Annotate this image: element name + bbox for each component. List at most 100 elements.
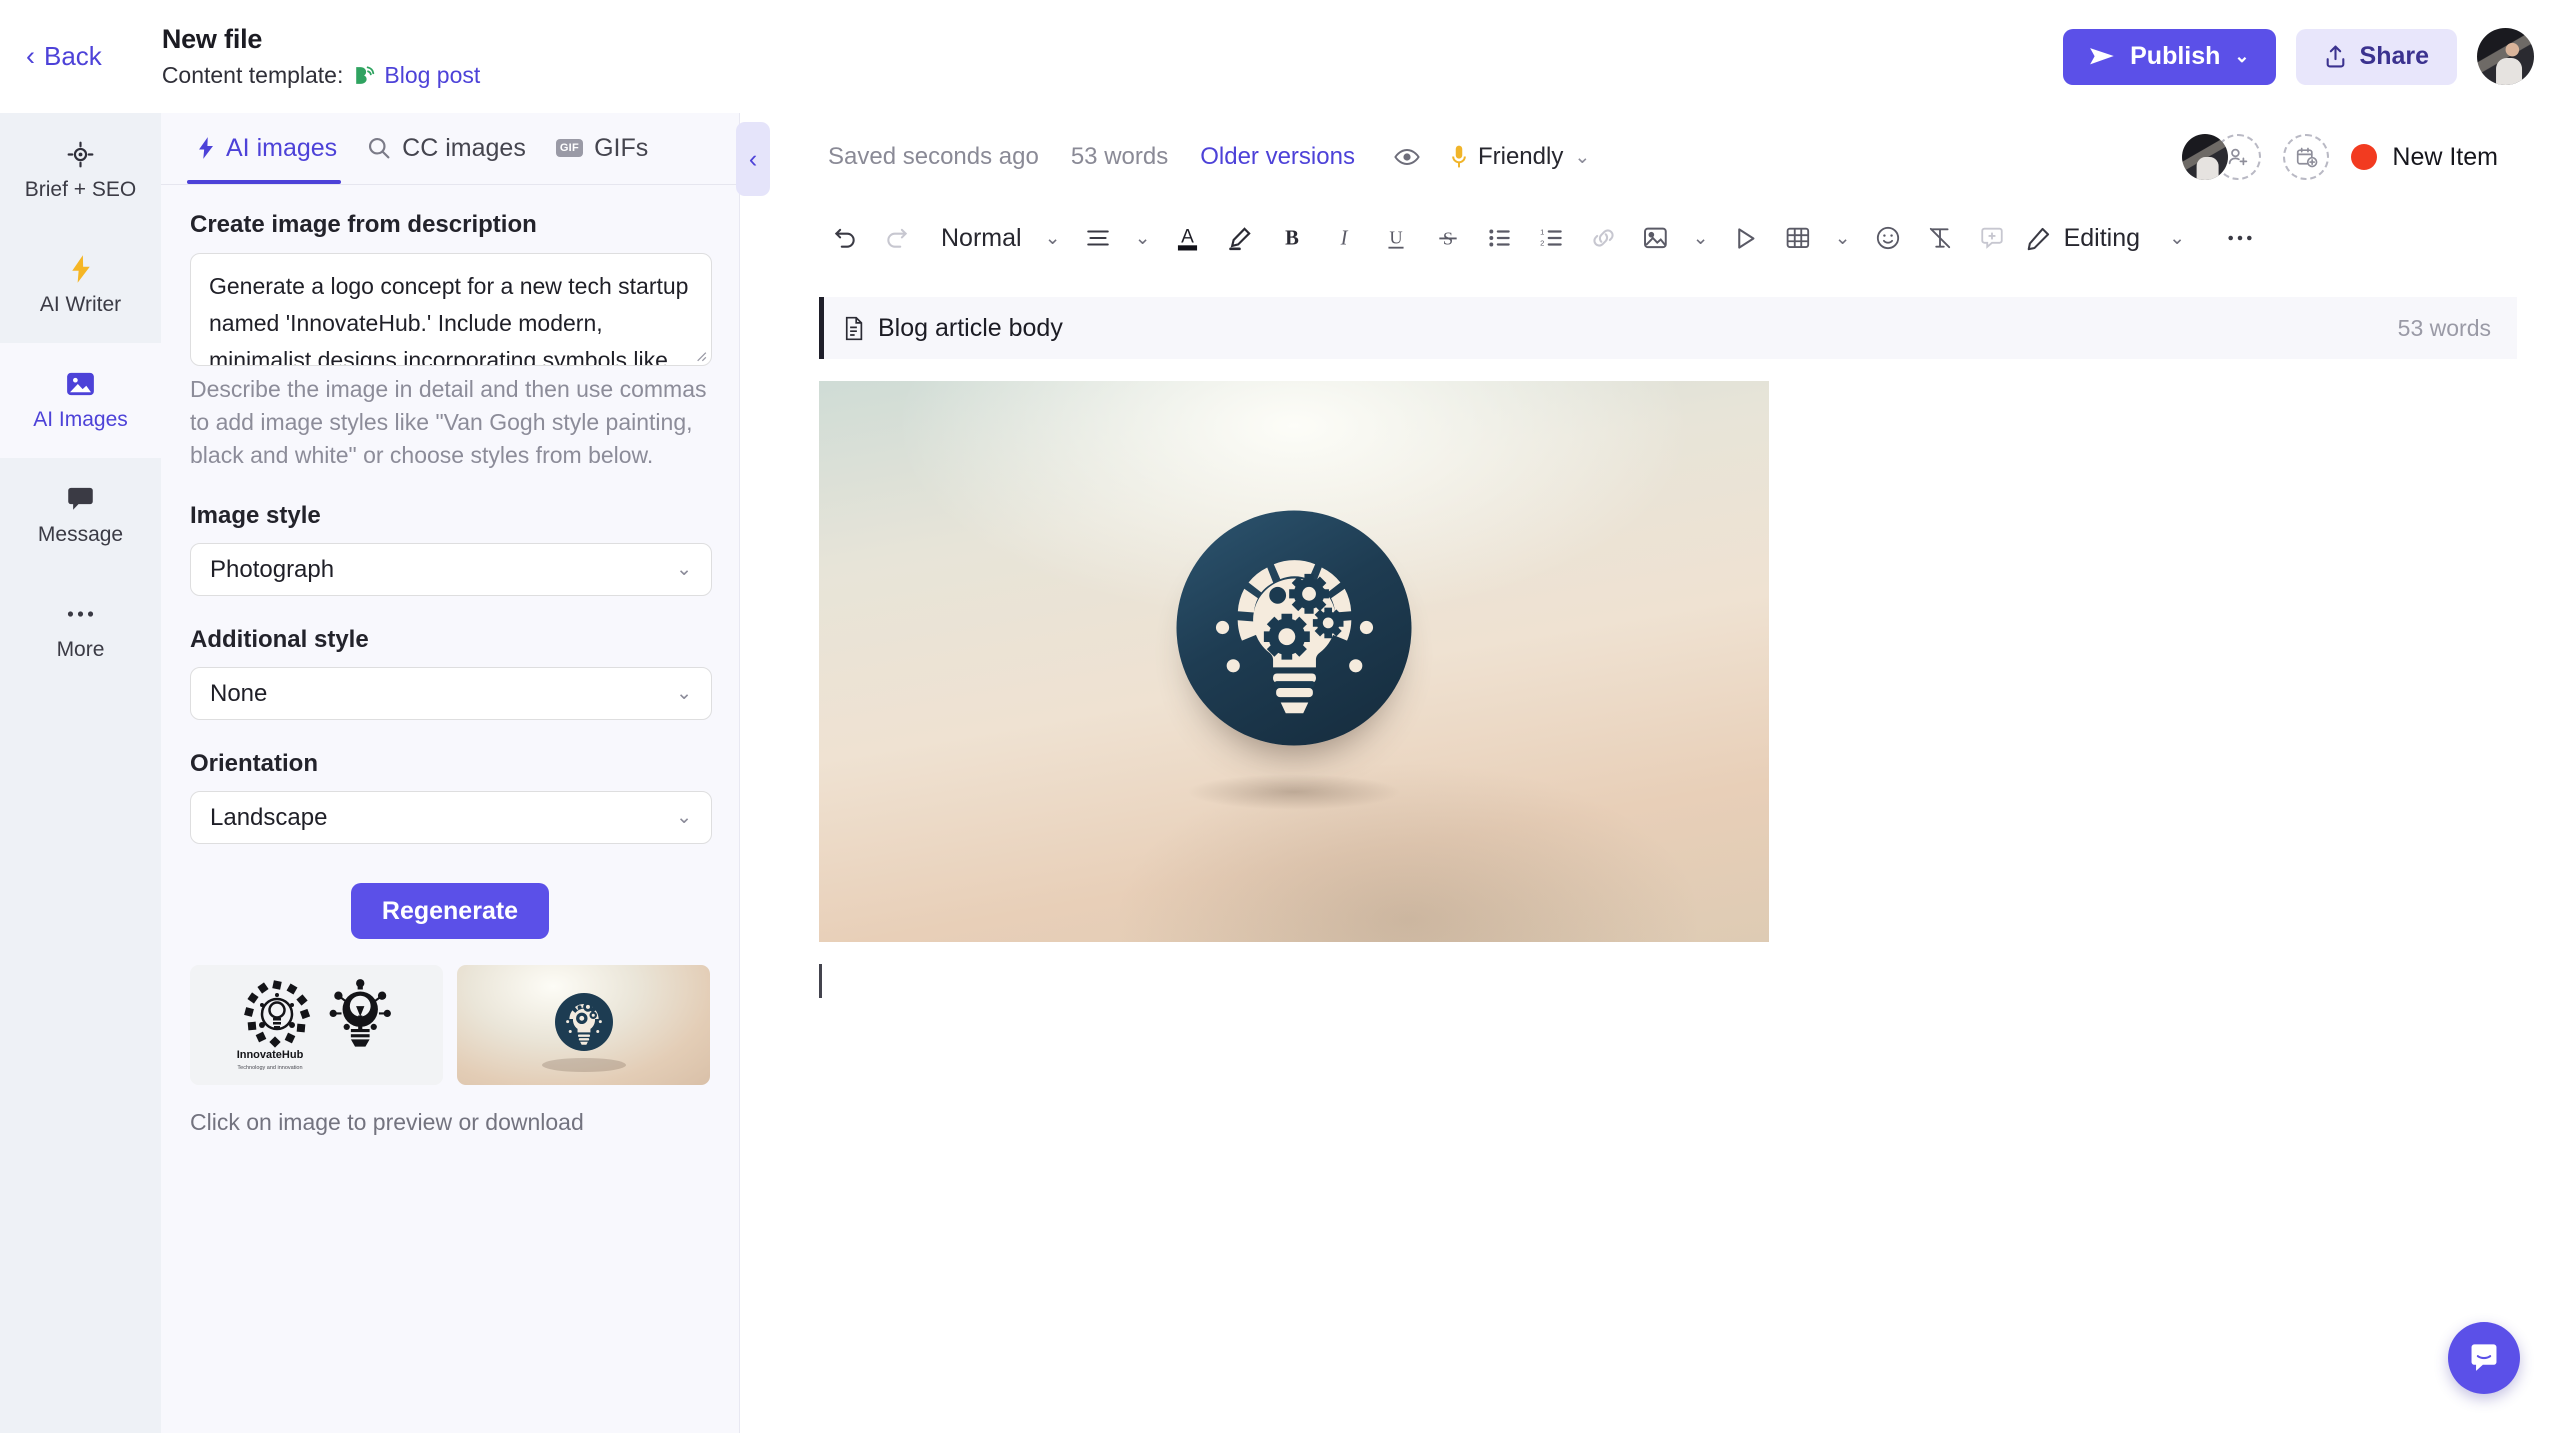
play-icon[interactable] xyxy=(1720,212,1772,264)
align-icon[interactable] xyxy=(1072,212,1124,264)
collapse-panel-button[interactable]: ‹ xyxy=(736,122,770,196)
sidebar-item-brief-seo[interactable]: Brief + SEO xyxy=(0,113,161,228)
tab-label: GIFs xyxy=(594,133,649,162)
panel-tabs: AI images CC images GIF GIFs xyxy=(161,113,739,185)
publish-label: Publish xyxy=(2130,42,2221,70)
top-header: ‹ Back New file Content template: Blog p… xyxy=(0,0,2560,113)
undo-icon[interactable] xyxy=(819,212,871,264)
chevron-down-icon: ⌄ xyxy=(676,683,692,704)
tab-ai-images[interactable]: AI images xyxy=(185,112,355,184)
emoji-icon[interactable] xyxy=(1862,212,1914,264)
underline-icon[interactable]: U xyxy=(1370,212,1422,264)
editor-status-right: New Item xyxy=(2182,134,2498,180)
link-icon[interactable] xyxy=(1578,212,1630,264)
image-icon xyxy=(66,369,95,399)
chevron-down-icon[interactable]: ⌄ xyxy=(1682,212,1720,264)
tab-label: AI images xyxy=(226,133,338,162)
sidebar-item-label: More xyxy=(56,638,105,661)
back-label: Back xyxy=(44,41,102,71)
share-label: Share xyxy=(2359,42,2429,70)
logo-shadow xyxy=(1186,773,1402,810)
bold-icon[interactable]: B xyxy=(1266,212,1318,264)
chevron-down-icon[interactable]: ⌄ xyxy=(2158,212,2196,264)
schedule-button[interactable] xyxy=(2283,134,2330,180)
svg-text:I: I xyxy=(1339,228,1348,250)
intercom-chat-icon xyxy=(2467,1341,2501,1375)
left-icon-rail: Brief + SEO AI Writer AI Images Message xyxy=(0,113,161,1433)
chevron-down-icon[interactable]: ⌄ xyxy=(1034,212,1072,264)
svg-text:2: 2 xyxy=(1540,239,1544,248)
chevron-down-icon: ⌄ xyxy=(1574,146,1591,168)
chevron-left-icon: ‹ xyxy=(26,41,35,71)
numbered-list-icon[interactable]: 1 2 xyxy=(1526,212,1578,264)
block-style-select[interactable]: Normal xyxy=(923,224,1034,253)
sidebar-item-ai-images[interactable]: AI Images xyxy=(0,343,161,458)
prompt-label: Create image from description xyxy=(190,211,537,238)
comment-icon[interactable] xyxy=(1966,212,2018,264)
thumbnails-caption: Click on image to preview or download xyxy=(190,1109,584,1135)
prompt-textarea[interactable]: Generate a logo concept for a new tech s… xyxy=(190,253,712,366)
highlight-icon[interactable] xyxy=(1214,212,1266,264)
back-button[interactable]: ‹ Back xyxy=(26,41,102,72)
header-titles: New file Content template: Blog post xyxy=(162,24,480,89)
page-title: New file xyxy=(161,24,263,54)
sidebar-item-label: AI Images xyxy=(33,408,128,431)
tone-selector[interactable]: Friendly ⌄ xyxy=(1451,143,1590,171)
table-icon[interactable] xyxy=(1772,212,1824,264)
tab-cc-images[interactable]: CC images xyxy=(355,112,544,184)
logo-sheet-thumbnail[interactable]: InnovateHub Technology and innovation xyxy=(190,965,443,1085)
header-actions: Publish ⌄ Share xyxy=(2063,28,2534,85)
share-button[interactable]: Share xyxy=(2295,28,2457,85)
additional-style-label: Additional style xyxy=(190,626,369,653)
user-avatar[interactable] xyxy=(2477,28,2534,85)
image-style-select[interactable]: Photograph ⌄ xyxy=(190,543,712,596)
prompt-help-text: Describe the image in detail and then us… xyxy=(190,376,707,468)
chevron-down-icon[interactable]: ⌄ xyxy=(1824,212,1862,264)
panel-body: Create image from description Generate a… xyxy=(161,185,739,1136)
new-item-label: New Item xyxy=(2392,142,2498,171)
content-template-link[interactable]: Blog post xyxy=(384,62,480,89)
editing-label: Editing xyxy=(2063,223,2141,252)
sidebar-item-message[interactable]: Message xyxy=(0,458,161,573)
editor-area: Saved seconds ago 53 words Older version… xyxy=(741,113,2560,1433)
more-icon[interactable] xyxy=(2214,212,2266,264)
new-item-status[interactable]: New Item xyxy=(2351,143,2498,172)
additional-style-select[interactable]: None ⌄ xyxy=(190,667,712,720)
search-icon xyxy=(367,136,391,160)
tab-gifs[interactable]: GIF GIFs xyxy=(544,112,666,184)
chevron-down-icon[interactable]: ⌄ xyxy=(1124,212,1162,264)
older-versions-link[interactable]: Older versions xyxy=(1200,143,1355,171)
sidebar-item-label: Brief + SEO xyxy=(24,178,137,201)
strikethrough-icon[interactable]: S xyxy=(1422,212,1474,264)
text-color-icon[interactable]: A xyxy=(1162,212,1214,264)
sidebar-item-ai-writer[interactable]: AI Writer xyxy=(0,228,161,343)
collaborators xyxy=(2182,134,2262,180)
editor-status-bar: Saved seconds ago 53 words Older version… xyxy=(741,113,2560,201)
status-dot xyxy=(2351,144,2378,170)
preview-eye-icon[interactable] xyxy=(1381,131,1433,183)
redo-icon[interactable] xyxy=(871,212,923,264)
logo-circle-thumbnail[interactable] xyxy=(457,965,710,1085)
saved-status: Saved seconds ago xyxy=(828,143,1039,170)
italic-icon[interactable]: I xyxy=(1318,212,1370,264)
chat-icon xyxy=(66,484,95,514)
resize-grip-icon[interactable] xyxy=(693,348,707,362)
content-template-row: Content template: Blog post xyxy=(162,62,480,89)
orientation-select[interactable]: Landscape ⌄ xyxy=(190,791,712,844)
intercom-chat-button[interactable] xyxy=(2448,1322,2520,1394)
publish-button[interactable]: Publish ⌄ xyxy=(2063,28,2276,85)
svg-text:A: A xyxy=(1181,227,1194,248)
editing-mode-selector[interactable]: Editing xyxy=(2026,224,2140,253)
image-style-value: Photograph xyxy=(210,555,335,583)
bullet-list-icon[interactable] xyxy=(1474,212,1526,264)
section-word-count: 53 words xyxy=(2397,314,2491,341)
document-icon xyxy=(842,315,865,342)
image-icon[interactable] xyxy=(1630,212,1682,264)
thumbnail-tagline: Technology and innovation xyxy=(237,1065,302,1071)
generated-image[interactable] xyxy=(819,381,1769,942)
sidebar-item-more[interactable]: More xyxy=(0,573,161,688)
section-title: Blog article body xyxy=(878,313,1063,342)
regenerate-button[interactable]: Regenerate xyxy=(350,883,550,939)
chevron-down-icon: ⌄ xyxy=(676,559,692,580)
clear-format-icon[interactable] xyxy=(1914,212,1966,264)
